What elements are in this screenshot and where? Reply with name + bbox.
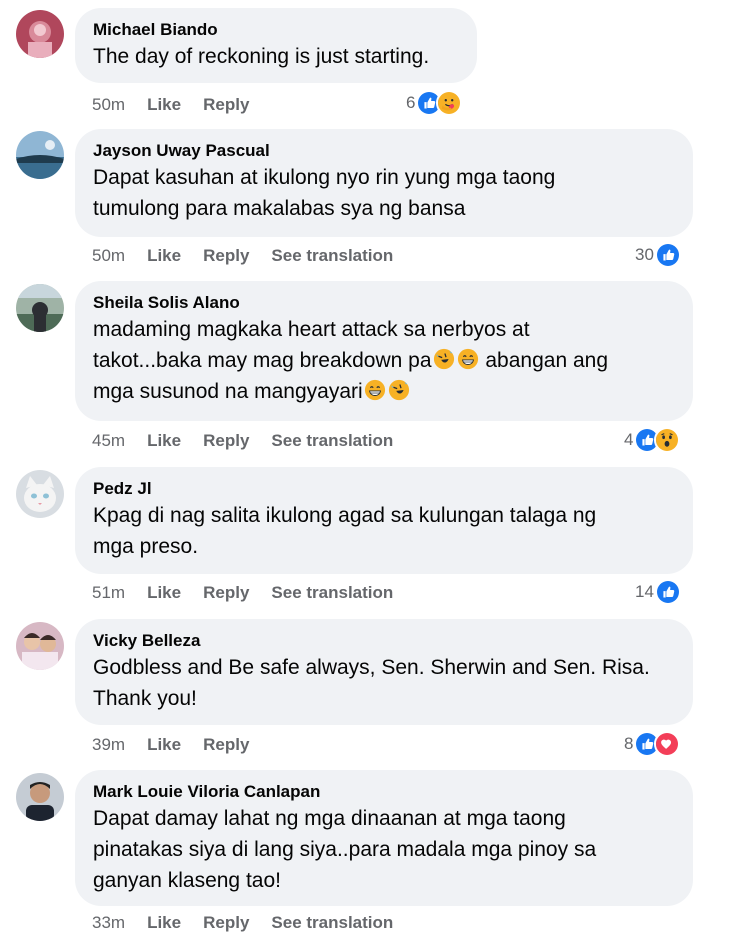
reaction-summary[interactable]: 4	[624, 426, 681, 454]
avatar[interactable]	[16, 470, 64, 518]
reaction-summary[interactable]: 6	[406, 89, 463, 117]
comment-author[interactable]: Mark Louie Viloria Canlapan	[93, 781, 675, 803]
comment-bubble: Sheila Solis Alano madaming magkaka hear…	[75, 281, 693, 421]
like-icon	[654, 242, 681, 268]
comment-actions: 39m Like Reply	[92, 734, 271, 756]
like-button[interactable]: Like	[147, 431, 181, 450]
comment-text-line: takot...baka may mag breakdown pa abanga…	[93, 345, 675, 376]
reaction-summary[interactable]: 8	[624, 730, 681, 758]
comment-text-line: Dapat kasuhan at ikulong nyo rin yung mg…	[93, 166, 556, 189]
comment-time[interactable]: 51m	[92, 583, 125, 602]
avatar[interactable]	[16, 622, 64, 670]
see-translation-button[interactable]: See translation	[271, 246, 393, 265]
comment-text-segment: takot...baka may mag breakdown pa	[93, 349, 432, 372]
avatar[interactable]	[16, 10, 64, 58]
comment-text-segment: abangan ang	[485, 349, 609, 372]
comment-text-line: tumulong para makalabas sya ng bansa	[93, 197, 466, 220]
love-icon	[654, 731, 681, 757]
comment-text: The day of reckoning is just starting.	[93, 45, 430, 68]
comment-author[interactable]: Pedz Jl	[93, 478, 675, 500]
comment-actions: 50m Like Reply	[92, 94, 271, 116]
avatar[interactable]	[16, 131, 64, 179]
comment-text-line: Dapat damay lahat ng mga dinaanan at mga…	[93, 807, 566, 830]
see-translation-button[interactable]: See translation	[271, 583, 393, 602]
comment-text-line: ganyan klaseng tao!	[93, 869, 281, 892]
comment-bubble: Pedz Jl Kpag di nag salita ikulong agad …	[75, 467, 693, 574]
comment-bubble: Jayson Uway Pascual Dapat kasuhan at iku…	[75, 129, 693, 237]
rofl-emoji-icon	[433, 348, 455, 370]
comment-text-line: madaming magkaka heart attack sa nerbyos…	[93, 318, 530, 341]
reaction-count: 6	[406, 93, 416, 112]
comment-author[interactable]: Vicky Belleza	[93, 630, 675, 652]
comment-time[interactable]: 50m	[92, 246, 125, 265]
see-translation-button[interactable]: See translation	[271, 913, 393, 932]
comment-bubble: Vicky Belleza Godbless and Be safe alway…	[75, 619, 693, 725]
comment-actions: 51m Like Reply See translation	[92, 582, 415, 604]
comment-actions: 45m Like Reply See translation	[92, 430, 415, 452]
reaction-count: 4	[624, 430, 634, 449]
like-button[interactable]: Like	[147, 913, 181, 932]
reply-button[interactable]: Reply	[203, 95, 249, 114]
comment-time[interactable]: 50m	[92, 95, 125, 114]
comment-text-line: mga preso.	[93, 535, 199, 558]
care-icon	[436, 90, 463, 116]
comment-text-line: Thank you!	[93, 687, 197, 710]
comment-actions: 33m Like Reply See translation	[92, 912, 415, 934]
comment-actions: 50m Like Reply See translation	[92, 245, 415, 267]
comment-bubble: Michael Biando The day of reckoning is j…	[75, 8, 477, 83]
comment-text-segment: mga susunod na mangyayari	[93, 380, 363, 403]
grin-emoji-icon	[364, 379, 386, 401]
reply-button[interactable]: Reply	[203, 246, 249, 265]
wow-icon	[654, 427, 681, 453]
avatar[interactable]	[16, 284, 64, 332]
reaction-count: 8	[624, 734, 634, 753]
like-button[interactable]: Like	[147, 246, 181, 265]
comment-time[interactable]: 33m	[92, 913, 125, 932]
comment-author[interactable]: Sheila Solis Alano	[93, 292, 675, 314]
reply-button[interactable]: Reply	[203, 913, 249, 932]
like-button[interactable]: Like	[147, 95, 181, 114]
see-translation-button[interactable]: See translation	[271, 431, 393, 450]
reply-button[interactable]: Reply	[203, 583, 249, 602]
like-button[interactable]: Like	[147, 735, 181, 754]
comment-time[interactable]: 45m	[92, 431, 125, 450]
reaction-count: 14	[635, 582, 654, 601]
comment-author[interactable]: Jayson Uway Pascual	[93, 140, 675, 162]
comment-time[interactable]: 39m	[92, 735, 125, 754]
comment-text-line: Godbless and Be safe always, Sen. Sherwi…	[93, 656, 650, 679]
comment-text-line: pinatakas siya di lang siya..para madala…	[93, 838, 597, 861]
like-icon	[654, 579, 681, 605]
comment-text-line: mga susunod na mangyayari	[93, 376, 675, 407]
comment-author[interactable]: Michael Biando	[93, 19, 459, 41]
reaction-summary[interactable]: 30	[635, 241, 681, 269]
avatar[interactable]	[16, 773, 64, 821]
reaction-summary[interactable]: 14	[635, 578, 681, 606]
rofl-emoji-icon	[388, 379, 410, 401]
comment-text-line: Kpag di nag salita ikulong agad sa kulun…	[93, 504, 597, 527]
like-button[interactable]: Like	[147, 583, 181, 602]
reaction-count: 30	[635, 245, 654, 264]
grin-emoji-icon	[457, 348, 479, 370]
reply-button[interactable]: Reply	[203, 431, 249, 450]
comment-bubble: Mark Louie Viloria Canlapan Dapat damay …	[75, 770, 693, 906]
reply-button[interactable]: Reply	[203, 735, 249, 754]
